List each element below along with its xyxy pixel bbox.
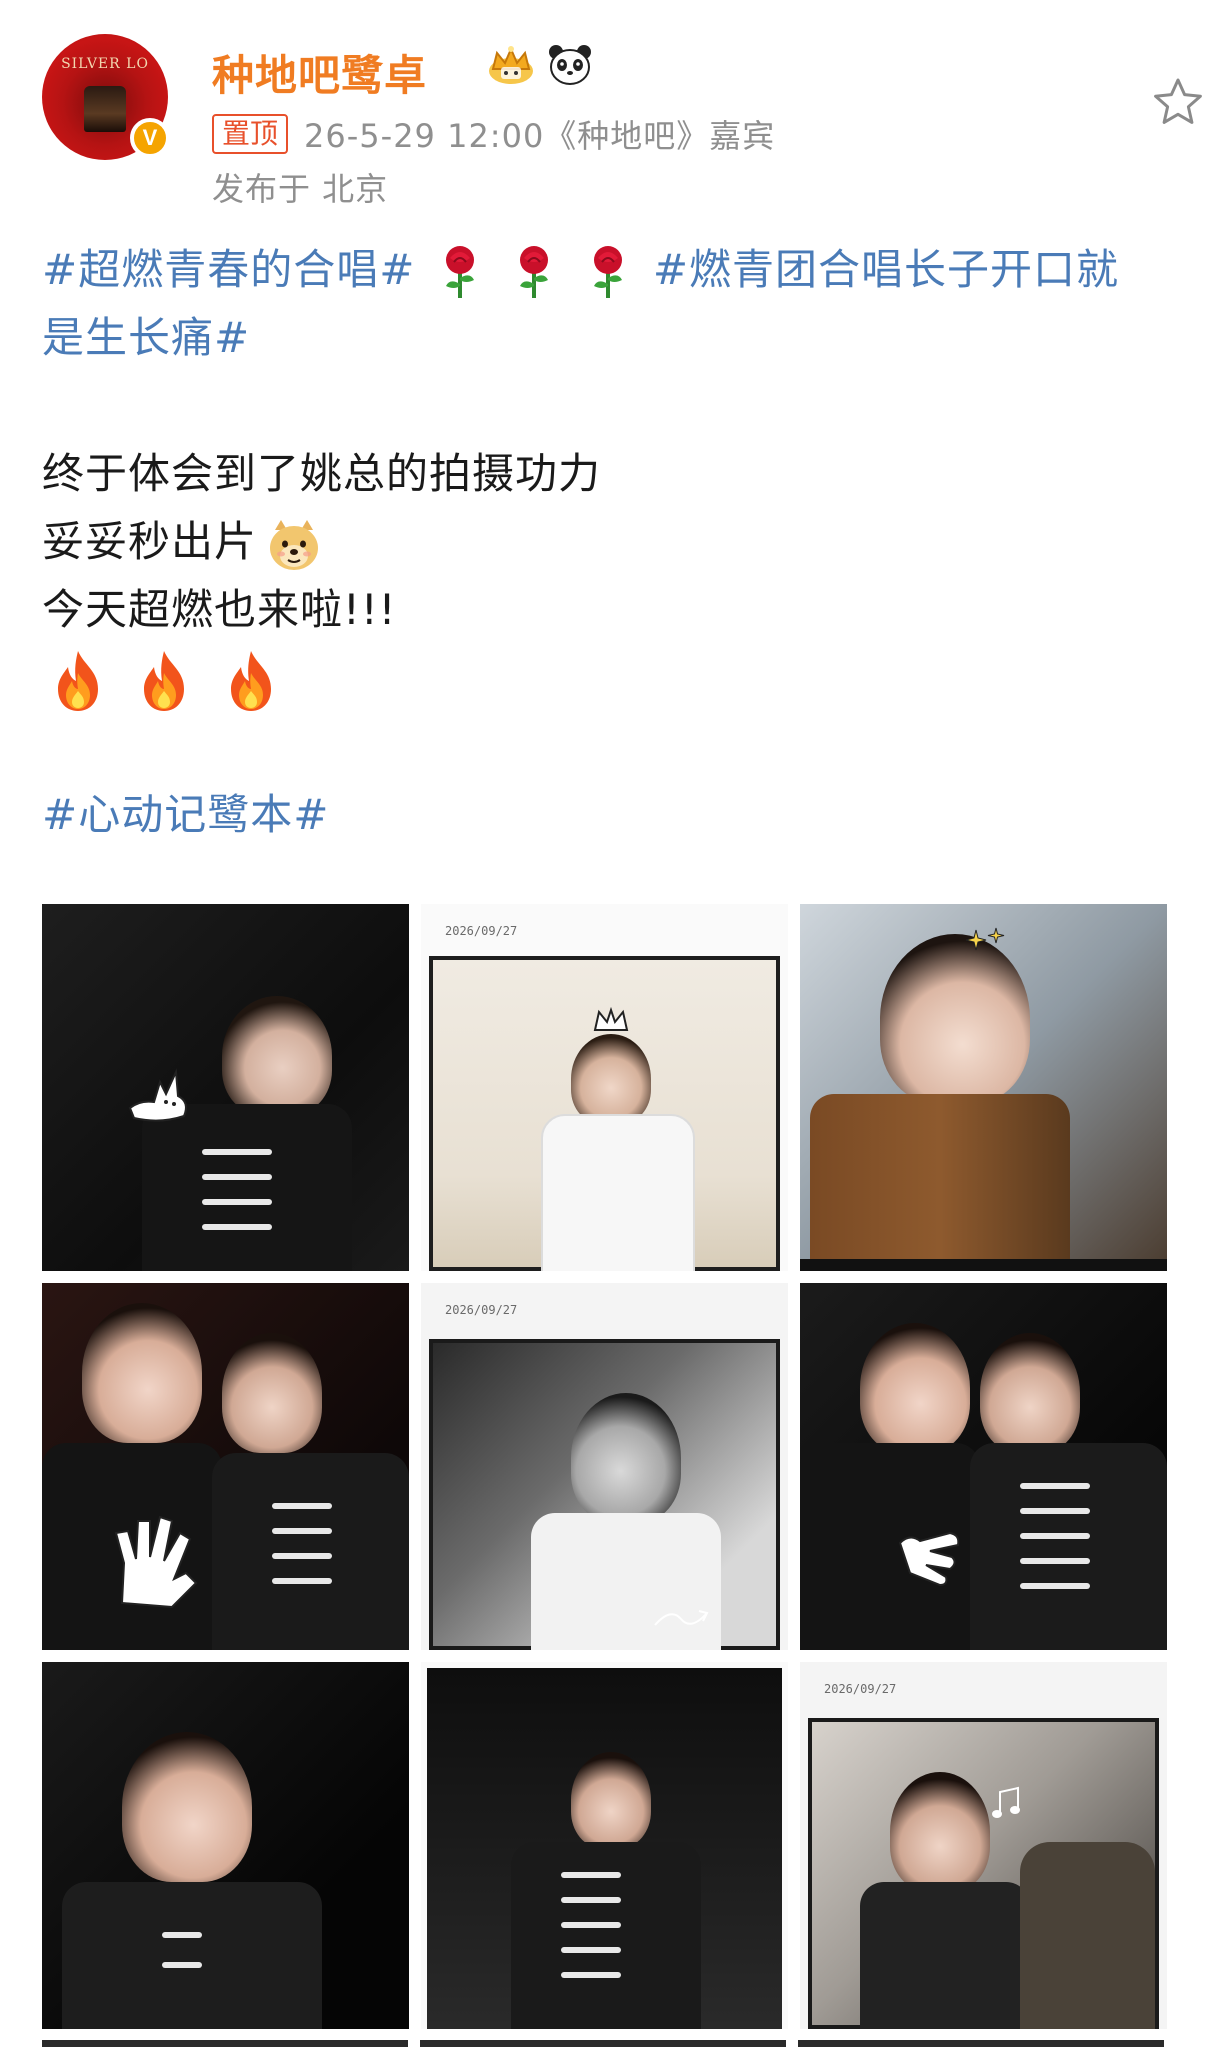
arrow-doodle-icon xyxy=(654,1610,709,1626)
glove-hand-icon xyxy=(898,1531,960,1587)
panda-icon xyxy=(549,45,591,85)
avatar[interactable]: SILVER LO V xyxy=(42,34,170,160)
post-timestamp-source: 26-5-29 12:00《种地吧》嘉宾 xyxy=(304,117,776,155)
photo-thumbnail[interactable]: 2026/09/27 xyxy=(421,904,788,1271)
crown-icon xyxy=(489,46,533,84)
next-row-edge xyxy=(42,2040,1164,2047)
glove-hand-icon xyxy=(114,1515,198,1609)
content-line-2: 是生长痛# xyxy=(42,304,1164,372)
hashtag-link-continued[interactable]: 是生长痛# xyxy=(42,313,250,362)
music-note-icon xyxy=(992,1786,1020,1818)
fire-icon xyxy=(58,650,98,711)
avatar-figure xyxy=(84,86,126,132)
content-line-4: 妥妥秒出片 xyxy=(42,508,1164,576)
doge-icon xyxy=(270,519,319,570)
rose-icon xyxy=(520,245,549,298)
fire-icon xyxy=(144,650,185,711)
crown-doodle-icon xyxy=(593,1006,629,1031)
photo-date-stamp: 2026/09/27 xyxy=(445,1303,518,1317)
rose-icon xyxy=(445,245,474,298)
photo-thumbnail[interactable]: 2026/09/27 xyxy=(800,1662,1167,2029)
photo-date-stamp: 2026/09/27 xyxy=(824,1682,897,1696)
content-line-7: #心动记鹭本# xyxy=(42,781,1164,849)
photo-thumbnail[interactable]: 2026/09/27 xyxy=(421,1283,788,1650)
content-line-3: 终于体会到了姚总的拍摄功力 xyxy=(42,449,602,498)
rose-icon xyxy=(594,245,623,298)
photo-thumbnail[interactable] xyxy=(421,1662,788,2029)
post-header: SILVER LO V 种地吧鹭卓 置顶 26-5-29 12:00《种地吧》嘉… xyxy=(42,34,1202,214)
photo-thumbnail[interactable] xyxy=(42,1662,409,2029)
verified-icon: V xyxy=(130,118,170,158)
post-content: #超燃青春的合唱# #燃青团合唱长子开口就 是生长痛# 终于体会到了姚总的拍摄功… xyxy=(42,236,1164,849)
photo-thumbnail[interactable] xyxy=(800,1283,1167,1650)
content-line-1: #超燃青春的合唱# #燃青团合唱长子开口就 xyxy=(42,236,1164,304)
photo-thumbnail[interactable] xyxy=(42,1283,409,1650)
user-badges xyxy=(484,40,594,90)
favorite-star-icon[interactable] xyxy=(1152,76,1204,128)
hashtag-link[interactable]: #超燃青春的合唱# xyxy=(42,245,415,294)
sparkle-icon xyxy=(965,927,1005,951)
pinned-badge: 置顶 xyxy=(212,114,289,154)
post-location: 发布于 北京 xyxy=(212,170,389,208)
weibo-post: SILVER LO V 种地吧鹭卓 置顶 26-5-29 12:00《种地吧》嘉… xyxy=(0,0,1206,2047)
content-line-5: 今天超燃也来啦!!! xyxy=(42,585,397,634)
username[interactable]: 种地吧鹭卓 xyxy=(212,42,427,103)
content-text: 妥妥秒出片 xyxy=(42,517,258,566)
photo-date-stamp: 2026/09/27 xyxy=(445,924,518,938)
content-line-6 xyxy=(42,644,1164,713)
sticker-icon xyxy=(128,1068,187,1122)
hashtag-link[interactable]: #燃青团合唱长子开口就 xyxy=(653,245,1119,294)
post-meta: 置顶 26-5-29 12:00《种地吧》嘉宾 xyxy=(212,112,775,156)
photo-thumbnail[interactable] xyxy=(800,904,1167,1271)
hashtag-link[interactable]: #心动记鹭本# xyxy=(42,790,329,839)
fire-icon xyxy=(230,650,271,711)
photo-thumbnail[interactable] xyxy=(42,904,409,1271)
avatar-logo-text: SILVER LO xyxy=(61,56,149,72)
